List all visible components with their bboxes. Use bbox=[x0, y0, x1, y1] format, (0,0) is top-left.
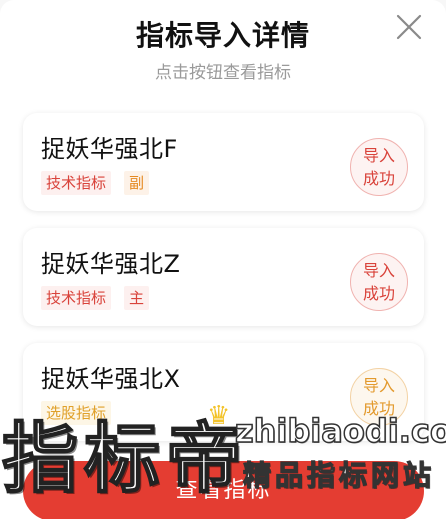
stamp-line-1: 导入 bbox=[362, 376, 395, 395]
indicator-import-sheet: 指标导入详情 点击按钮查看指标 捉妖华强北F 技术指标 副 导入 成功 捉妖华强… bbox=[0, 0, 446, 519]
stamp-line-1: 导入 bbox=[362, 146, 395, 165]
stamp-line-2: 成功 bbox=[362, 169, 395, 188]
close-button[interactable] bbox=[394, 12, 424, 42]
indicator-name: 捉妖华强北F bbox=[41, 135, 178, 163]
indicator-list: 捉妖华强北F 技术指标 副 导入 成功 捉妖华强北Z 技术指标 主 导入 成功 … bbox=[23, 113, 424, 458]
indicator-role-tag: 副 bbox=[124, 171, 150, 195]
indicator-card[interactable]: 捉妖华强北Z 技术指标 主 导入 成功 bbox=[23, 228, 424, 326]
page-subtitle: 点击按钮查看指标 bbox=[155, 63, 291, 83]
page-title: 指标导入详情 bbox=[135, 19, 310, 52]
indicator-type-tag: 选股指标 bbox=[41, 401, 112, 425]
import-success-stamp: 导入 成功 bbox=[350, 138, 408, 196]
import-success-stamp: 导入 成功 bbox=[350, 368, 408, 426]
indicator-type-tag: 技术指标 bbox=[41, 171, 112, 195]
indicator-card[interactable]: 捉妖华强北F 技术指标 副 导入 成功 bbox=[23, 113, 424, 211]
stamp-line-2: 成功 bbox=[362, 399, 395, 418]
indicator-name: 捉妖华强北Z bbox=[41, 250, 181, 278]
close-icon bbox=[396, 14, 422, 40]
import-success-stamp: 导入 成功 bbox=[350, 253, 408, 311]
stamp-line-1: 导入 bbox=[362, 261, 395, 280]
indicator-role-tag: 主 bbox=[124, 286, 150, 310]
view-indicator-button[interactable]: 查看指标 bbox=[23, 461, 424, 519]
indicator-card[interactable]: 捉妖华强北X 选股指标 导入 成功 bbox=[23, 343, 424, 441]
indicator-type-tag: 技术指标 bbox=[41, 286, 112, 310]
stamp-line-2: 成功 bbox=[362, 284, 395, 303]
indicator-name: 捉妖华强北X bbox=[41, 365, 181, 393]
